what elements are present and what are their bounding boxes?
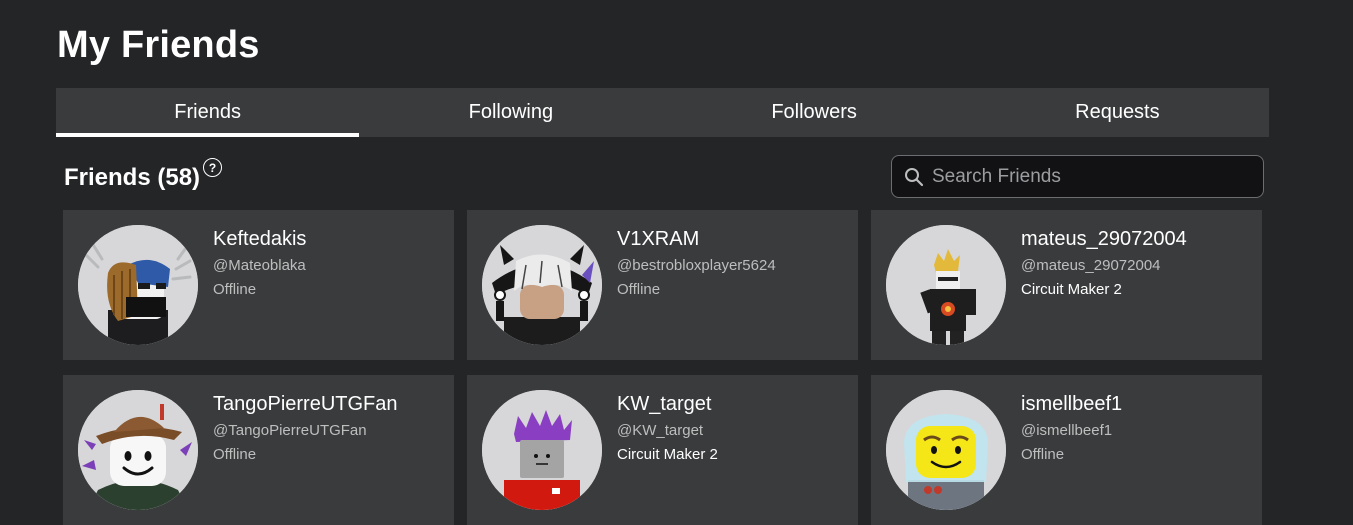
friend-info: V1XRAM @bestrobloxplayer5624 Offline [617,227,776,299]
friend-status: Offline [1021,446,1065,463]
friend-status: Circuit Maker 2 [1021,281,1122,298]
avatar[interactable] [78,390,198,510]
friend-info: KW_target @KW_target Circuit Maker 2 [617,392,718,464]
friend-display-name[interactable]: Keftedakis [213,227,306,251]
tab-requests[interactable]: Requests [966,88,1269,137]
friend-card[interactable]: mateus_29072004 @mateus_29072004 Circuit… [871,210,1262,360]
friend-display-name[interactable]: KW_target [617,392,718,416]
avatar[interactable] [886,225,1006,345]
search-input[interactable] [930,164,1263,189]
friend-card[interactable]: KW_target @KW_target Circuit Maker 2 [467,375,858,525]
friend-username: @KW_target [617,422,704,439]
friend-username: @Mateoblaka [213,257,306,274]
section-title: Friends (58) [64,164,201,191]
avatar[interactable] [482,225,602,345]
friend-info: mateus_29072004 @mateus_29072004 Circuit… [1021,227,1187,299]
friend-status: Offline [617,281,661,298]
friend-username: @bestrobloxplayer5624 [617,257,776,274]
avatar[interactable] [482,390,602,510]
avatar[interactable] [886,390,1006,510]
friend-status: Offline [213,446,257,463]
friend-status: Offline [213,281,257,298]
section-header: Friends (58) ? [64,158,223,192]
search-box[interactable] [891,155,1264,198]
question-circle-icon[interactable]: ? [203,158,223,177]
friend-username: @ismellbeef1 [1021,422,1113,439]
tab-friends[interactable]: Friends [56,88,360,137]
search-icon [904,167,924,187]
tab-following[interactable]: Following [359,88,662,137]
tab-bar: Friends Following Followers Requests [56,88,1269,137]
friend-card[interactable]: Keftedakis @Mateoblaka Offline [63,210,454,360]
friend-card[interactable]: V1XRAM @bestrobloxplayer5624 Offline [467,210,858,360]
friend-display-name[interactable]: V1XRAM [617,227,776,251]
friend-status: Circuit Maker 2 [617,446,718,463]
avatar[interactable] [78,225,198,345]
friend-display-name[interactable]: mateus_29072004 [1021,227,1187,251]
friend-display-name[interactable]: ismellbeef1 [1021,392,1122,416]
tab-followers[interactable]: Followers [663,88,966,137]
friend-info: TangoPierreUTGFan @TangoPierreUTGFan Off… [213,392,398,464]
friend-card[interactable]: TangoPierreUTGFan @TangoPierreUTGFan Off… [63,375,454,525]
friend-username: @mateus_29072004 [1021,257,1161,274]
friend-username: @TangoPierreUTGFan [213,422,367,439]
friend-info: ismellbeef1 @ismellbeef1 Offline [1021,392,1122,464]
page-title: My Friends [57,24,260,66]
friend-card[interactable]: ismellbeef1 @ismellbeef1 Offline [871,375,1262,525]
friend-info: Keftedakis @Mateoblaka Offline [213,227,306,299]
friend-display-name[interactable]: TangoPierreUTGFan [213,392,398,416]
